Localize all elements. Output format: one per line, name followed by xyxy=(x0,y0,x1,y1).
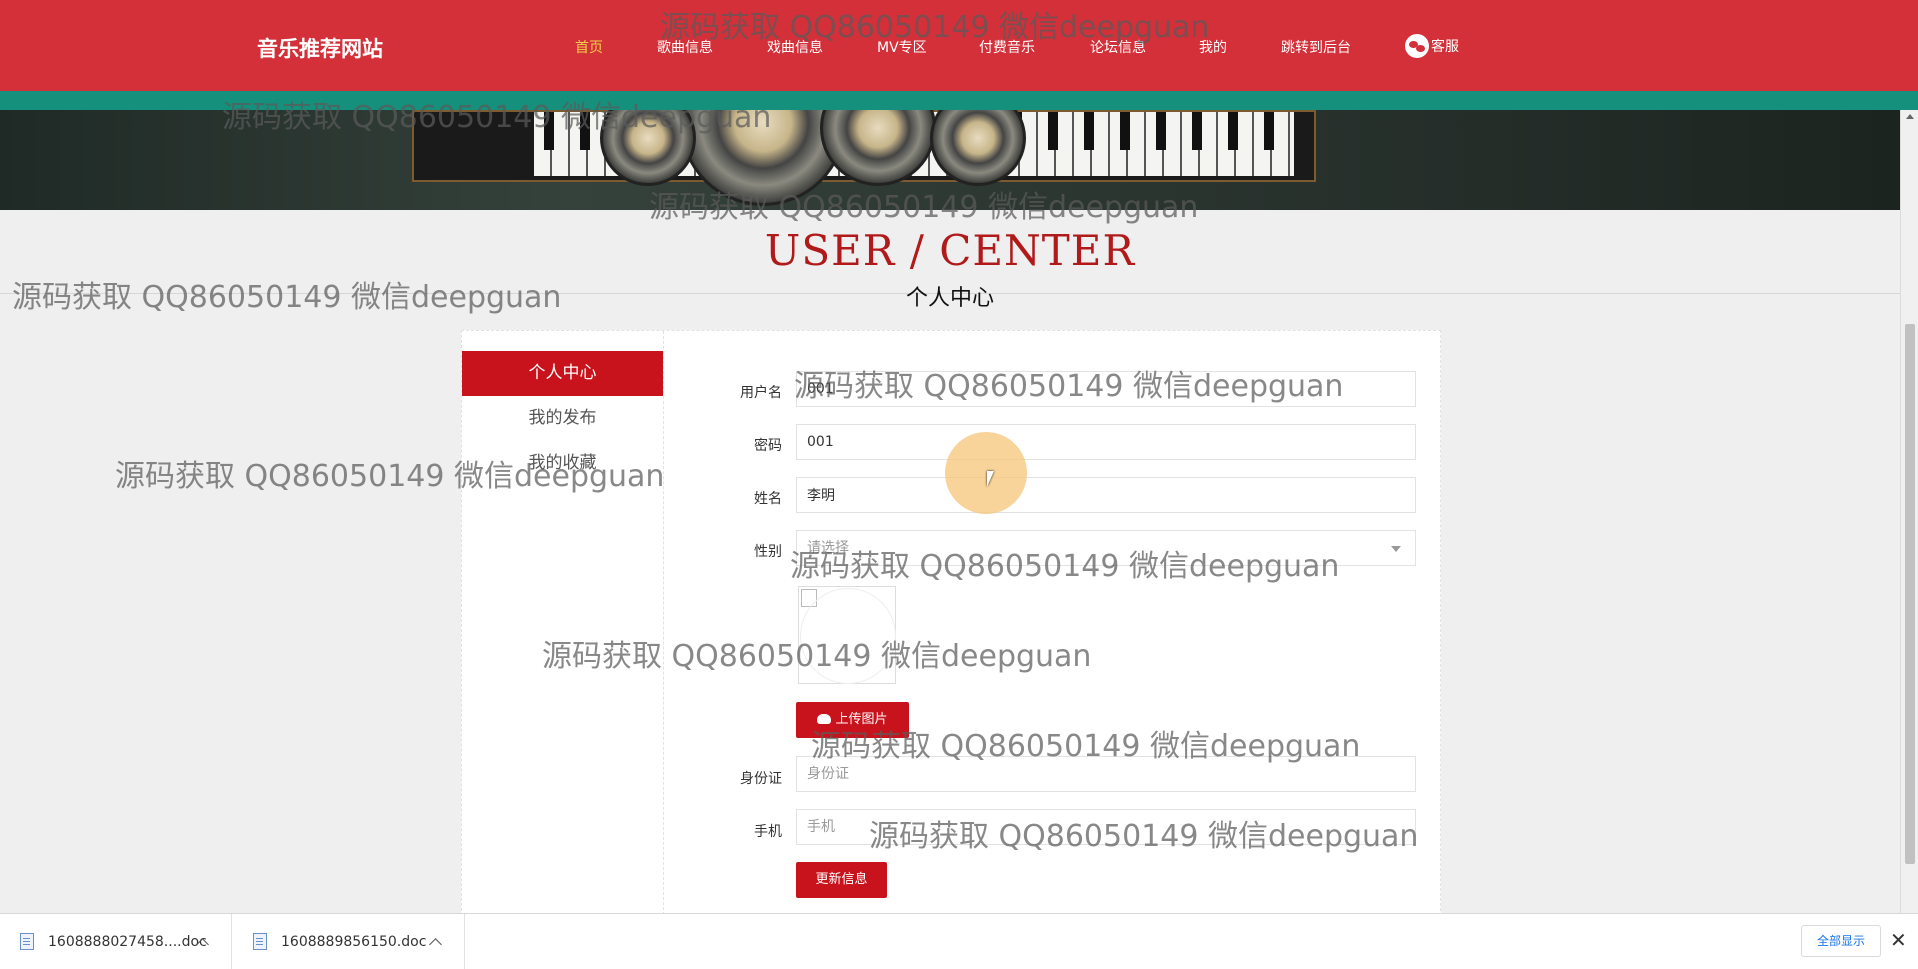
nav-mine[interactable]: 我的 xyxy=(1199,37,1227,57)
username-field[interactable] xyxy=(796,371,1416,407)
mouse-cursor-icon xyxy=(987,471,994,487)
downloads-bar: 1608888027458....doc 1608889856150.doc xyxy=(0,913,1918,969)
customer-service-link[interactable]: 客服 xyxy=(1405,34,1459,58)
chevron-down-icon xyxy=(1391,546,1401,552)
download-filename: 1608888027458....doc xyxy=(48,933,207,950)
username-label: 用户名 xyxy=(740,385,782,401)
download-item[interactable]: 1608889856150.doc xyxy=(233,914,465,969)
sidebar-item-my-posts[interactable]: 我的发布 xyxy=(462,396,663,441)
name-label: 姓名 xyxy=(754,491,782,507)
upload-image-button[interactable]: 上传图片 xyxy=(796,702,909,738)
update-info-button[interactable]: 更新信息 xyxy=(796,862,887,898)
idcard-label: 身份证 xyxy=(740,771,782,787)
page-scrollbar[interactable] xyxy=(1900,110,1918,913)
nav-forum[interactable]: 论坛信息 xyxy=(1090,37,1146,57)
nav-mv[interactable]: MV专区 xyxy=(877,37,927,57)
banner-image xyxy=(0,110,1900,210)
nav-home[interactable]: 首页 xyxy=(575,37,603,57)
close-icon[interactable]: ✕ xyxy=(1890,928,1907,952)
doc-file-icon xyxy=(20,933,34,950)
download-item[interactable]: 1608888027458....doc xyxy=(0,914,232,969)
user-center-panel: 个人中心 我的发布 我的收藏 用户名 密码 姓名 性别 请选择 上传图片 身份证… xyxy=(461,330,1441,916)
customer-service-label: 客服 xyxy=(1431,39,1459,55)
show-all-downloads-button[interactable]: 全部显示 xyxy=(1801,925,1881,957)
site-brand[interactable]: 音乐推荐网站 xyxy=(257,33,383,63)
password-label: 密码 xyxy=(754,438,782,454)
nav-opera[interactable]: 戏曲信息 xyxy=(767,37,823,57)
gender-select-placeholder: 请选择 xyxy=(807,540,849,556)
nav-accent-stripe xyxy=(0,91,1918,110)
idcard-field[interactable] xyxy=(796,756,1416,792)
upload-image-label: 上传图片 xyxy=(835,712,888,727)
section-title-en: USER / CENTER xyxy=(764,226,1136,275)
nav-paid-music[interactable]: 付费音乐 xyxy=(979,37,1035,57)
download-filename: 1608889856150.doc xyxy=(281,933,427,950)
top-navbar: 音乐推荐网站 首页 歌曲信息 戏曲信息 MV专区 付费音乐 论坛信息 我的 跳转… xyxy=(0,0,1918,110)
gender-select[interactable]: 请选择 xyxy=(796,530,1416,566)
cloud-upload-icon xyxy=(817,714,832,724)
avatar-preview xyxy=(798,586,896,684)
sidebar-item-favorites[interactable]: 我的收藏 xyxy=(462,441,663,486)
nav-admin[interactable]: 跳转到后台 xyxy=(1281,37,1351,57)
nav-songs[interactable]: 歌曲信息 xyxy=(657,37,713,57)
phone-field[interactable] xyxy=(796,809,1416,845)
scrollbar-thumb[interactable] xyxy=(1905,324,1915,864)
doc-file-icon xyxy=(253,933,267,950)
cursor-highlight xyxy=(945,432,1027,514)
phone-label: 手机 xyxy=(754,824,782,840)
sidebar-item-profile[interactable]: 个人中心 xyxy=(462,351,663,396)
scroll-up-icon[interactable] xyxy=(1906,114,1914,119)
section-title-cn: 个人中心 xyxy=(905,286,994,311)
name-field[interactable] xyxy=(796,477,1416,513)
chevron-up-icon[interactable] xyxy=(429,937,442,951)
password-field[interactable] xyxy=(796,424,1416,460)
gender-label: 性别 xyxy=(754,544,782,560)
user-sidebar: 个人中心 我的发布 我的收藏 xyxy=(462,331,664,915)
wechat-icon xyxy=(1405,34,1429,58)
